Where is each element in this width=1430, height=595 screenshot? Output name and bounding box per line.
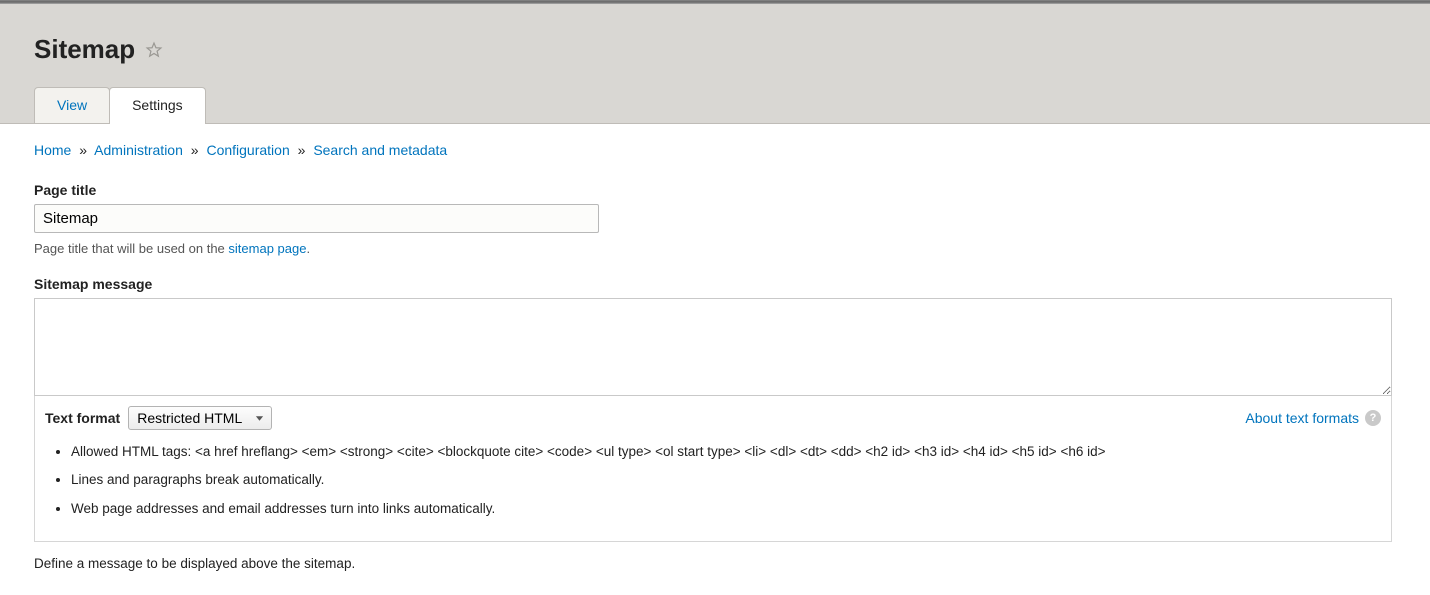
header-region: Sitemap View Settings bbox=[0, 4, 1430, 124]
tab-view[interactable]: View bbox=[34, 87, 110, 123]
sitemap-page-link[interactable]: sitemap page bbox=[228, 241, 306, 256]
text-format-label: Text format bbox=[45, 410, 120, 426]
sitemap-message-label: Sitemap message bbox=[34, 276, 1396, 292]
breadcrumb: Home » Administration » Configuration » … bbox=[34, 142, 1396, 158]
about-text-formats-link[interactable]: About text formats bbox=[1245, 410, 1359, 426]
primary-tabs: View Settings bbox=[34, 87, 1396, 123]
page-title-label: Page title bbox=[34, 182, 1396, 198]
page-title-field-wrapper: Page title Page title that will be used … bbox=[34, 182, 1396, 256]
sitemap-message-wrapper: Sitemap message Text format Restricted H… bbox=[34, 276, 1396, 571]
page-title: Sitemap bbox=[34, 34, 1396, 65]
text-format-wrapper: Text format Restricted HTML About text f… bbox=[34, 396, 1392, 542]
breadcrumb-administration[interactable]: Administration bbox=[94, 142, 183, 158]
sitemap-message-textarea[interactable] bbox=[34, 298, 1392, 396]
sitemap-message-description: Define a message to be displayed above t… bbox=[34, 556, 1396, 571]
breadcrumb-sep: » bbox=[187, 142, 203, 158]
tab-settings[interactable]: Settings bbox=[109, 87, 206, 124]
page-title-desc-prefix: Page title that will be used on the bbox=[34, 241, 228, 256]
breadcrumb-sep: » bbox=[75, 142, 91, 158]
format-tip: Allowed HTML tags: <a href hreflang> <em… bbox=[71, 442, 1381, 462]
page-title-input[interactable] bbox=[34, 204, 599, 233]
breadcrumb-search-metadata[interactable]: Search and metadata bbox=[313, 142, 447, 158]
format-tips-list: Allowed HTML tags: <a href hreflang> <em… bbox=[45, 442, 1381, 519]
star-icon[interactable] bbox=[145, 41, 163, 59]
page-title-text: Sitemap bbox=[34, 34, 135, 65]
tab-view-label: View bbox=[57, 97, 87, 113]
breadcrumb-configuration[interactable]: Configuration bbox=[206, 142, 289, 158]
content-region: Home » Administration » Configuration » … bbox=[0, 124, 1430, 595]
page-title-description: Page title that will be used on the site… bbox=[34, 241, 1396, 256]
format-tip: Lines and paragraphs break automatically… bbox=[71, 470, 1381, 490]
help-icon[interactable]: ? bbox=[1365, 410, 1381, 426]
breadcrumb-sep: » bbox=[294, 142, 310, 158]
tab-settings-label: Settings bbox=[132, 97, 183, 113]
page-title-desc-suffix: . bbox=[306, 241, 310, 256]
text-format-select[interactable]: Restricted HTML bbox=[128, 406, 272, 430]
breadcrumb-home[interactable]: Home bbox=[34, 142, 71, 158]
format-tip: Web page addresses and email addresses t… bbox=[71, 499, 1381, 519]
